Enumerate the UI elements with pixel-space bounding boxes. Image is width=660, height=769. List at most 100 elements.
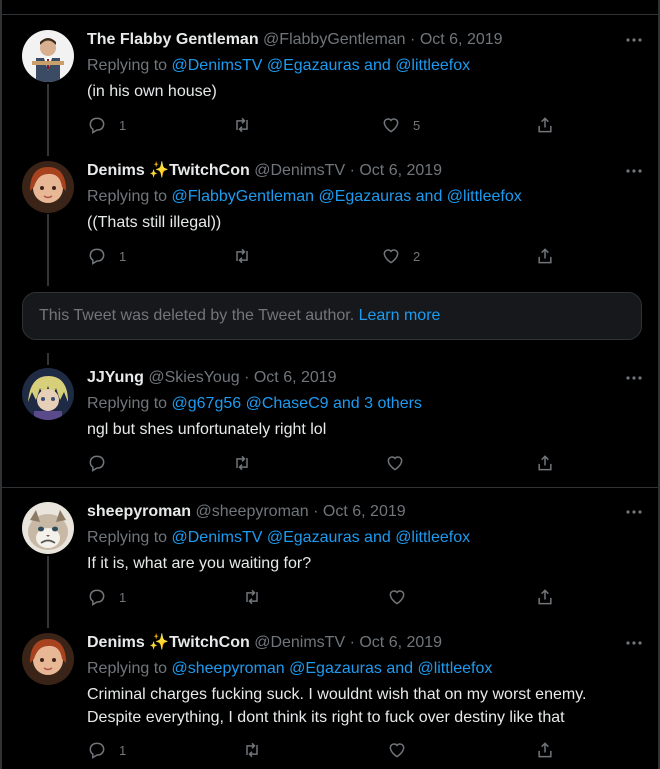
replying-to-users[interactable]: @DenimsTV @Egazauras and @littleefox (172, 57, 471, 74)
more-icon[interactable] (624, 161, 644, 181)
handle[interactable]: @DenimsTV (254, 162, 345, 179)
divider (0, 487, 660, 488)
retweet-button[interactable] (231, 452, 265, 474)
reply-button[interactable]: 1 (87, 114, 126, 136)
like-icon (383, 249, 399, 264)
display-name[interactable]: sheepyroman (87, 503, 191, 520)
like-button[interactable]: 2 (381, 245, 420, 267)
tweet-date[interactable]: Oct 6, 2019 (254, 369, 337, 386)
tweet-header: Denims ✨TwitchCon @DenimsTV · Oct 6, 201… (87, 161, 442, 181)
share-button[interactable] (535, 452, 555, 474)
avatar[interactable] (22, 502, 74, 554)
replying-to: Replying to @g67g56 @ChaseC9 and 3 other… (87, 394, 422, 414)
handle[interactable]: @DenimsTV (254, 634, 345, 651)
learn-more-link[interactable]: Learn more (359, 307, 441, 324)
like-button[interactable] (385, 452, 417, 474)
tweet-actions: 1 (87, 739, 567, 761)
tweet-actions: 1 5 (87, 114, 567, 136)
thread-line (47, 353, 49, 365)
tweet-text-line: If it is, what are you waiting for? (87, 555, 312, 572)
tweet-date[interactable]: Oct 6, 2019 (359, 162, 442, 179)
like-button[interactable] (387, 586, 419, 608)
like-icon (387, 456, 403, 471)
avatar[interactable] (22, 30, 74, 82)
replying-to-users[interactable]: @g67g56 @ChaseC9 and 3 others (172, 395, 422, 412)
replying-prefix: Replying to (87, 660, 168, 677)
retweet-button[interactable] (231, 114, 265, 136)
replying-to-users[interactable]: @DenimsTV @Egazauras and @littleefox (172, 529, 471, 546)
reply-button[interactable]: 1 (87, 586, 126, 608)
like-count: 2 (413, 248, 421, 264)
more-icon[interactable] (624, 502, 644, 522)
share-button[interactable] (535, 245, 555, 267)
replying-to-users[interactable]: @FlabbyGentleman @Egazauras and @littlee… (172, 188, 522, 205)
more-icon[interactable] (624, 633, 644, 653)
like-button[interactable]: 5 (381, 114, 420, 136)
tweet-text: (in his own house) (87, 80, 217, 103)
separator-dot: · (349, 162, 355, 179)
display-name[interactable]: The Flabby Gentleman (87, 31, 259, 48)
retweet-icon (236, 117, 248, 133)
handle[interactable]: @FlabbyGentleman (263, 31, 406, 48)
reply-button[interactable]: 1 (87, 245, 126, 267)
like-icon (383, 118, 399, 133)
tweet-text-line: ((Thats still illegal)) (87, 214, 222, 231)
reply-button[interactable] (87, 452, 119, 474)
reply-icon (89, 455, 105, 472)
reply-count: 1 (119, 248, 127, 264)
tweet-actions (87, 452, 567, 474)
share-button[interactable] (535, 586, 555, 608)
retweet-icon (246, 742, 258, 758)
share-button[interactable] (535, 739, 555, 761)
separator-dot: · (349, 634, 355, 651)
reply-icon (89, 248, 105, 265)
tweet-text-line: ngl but shes unfortunately right lol (87, 421, 327, 438)
reply-icon (89, 117, 105, 134)
tweet-actions: 1 2 (87, 245, 567, 267)
retweet-button[interactable] (241, 739, 275, 761)
top-divider (0, 14, 660, 15)
handle[interactable]: @sheepyroman (196, 503, 309, 520)
retweet-button[interactable] (241, 586, 275, 608)
retweet-icon (246, 589, 258, 605)
more-icon[interactable] (624, 368, 644, 388)
thread-line (47, 84, 49, 156)
tweet-text-line: Criminal charges fucking suck. I wouldnt… (87, 686, 587, 703)
thread-line (47, 214, 49, 286)
thread-line (47, 556, 49, 628)
like-button[interactable] (387, 739, 419, 761)
reply-count: 1 (119, 742, 127, 758)
frame-left-border (0, 0, 2, 769)
tweet-date[interactable]: Oct 6, 2019 (323, 503, 406, 520)
tweet-text: ngl but shes unfortunately right lol (87, 418, 326, 441)
handle[interactable]: @SkiesYoug (148, 369, 239, 386)
replying-prefix: Replying to (87, 188, 168, 205)
tweet-date[interactable]: Oct 6, 2019 (420, 31, 503, 48)
display-name[interactable]: JJYung (87, 369, 144, 386)
replying-prefix: Replying to (87, 57, 168, 74)
replying-to: Replying to @FlabbyGentleman @Egazauras … (87, 187, 522, 207)
avatar[interactable] (22, 161, 74, 213)
share-icon (538, 248, 552, 264)
retweet-button[interactable] (231, 245, 265, 267)
more-icon[interactable] (624, 30, 644, 50)
reply-button[interactable]: 1 (87, 739, 126, 761)
share-icon (538, 455, 552, 471)
tweet-text-line: (in his own house) (87, 83, 217, 100)
like-icon (389, 743, 405, 758)
avatar[interactable] (22, 368, 74, 420)
deleted-tweet-notice: This Tweet was deleted by the Tweet auth… (22, 292, 642, 340)
replying-to: Replying to @sheepyroman @Egazauras and … (87, 659, 492, 679)
avatar[interactable] (22, 633, 74, 685)
tweet-header: sheepyroman @sheepyroman · Oct 6, 2019 (87, 502, 406, 522)
retweet-icon (236, 248, 248, 264)
display-name[interactable]: Denims ✨TwitchCon (87, 634, 250, 651)
replying-to-users[interactable]: @sheepyroman @Egazauras and @littleefox (172, 660, 493, 677)
separator-dot: · (244, 369, 250, 386)
separator-dot: · (410, 31, 416, 48)
replying-to: Replying to @DenimsTV @Egazauras and @li… (87, 56, 470, 76)
display-name[interactable]: Denims ✨TwitchCon (87, 162, 250, 179)
tweet-date[interactable]: Oct 6, 2019 (359, 634, 442, 651)
tweet-text: Criminal charges fucking suck. I wouldnt… (87, 683, 586, 729)
share-button[interactable] (535, 114, 555, 136)
